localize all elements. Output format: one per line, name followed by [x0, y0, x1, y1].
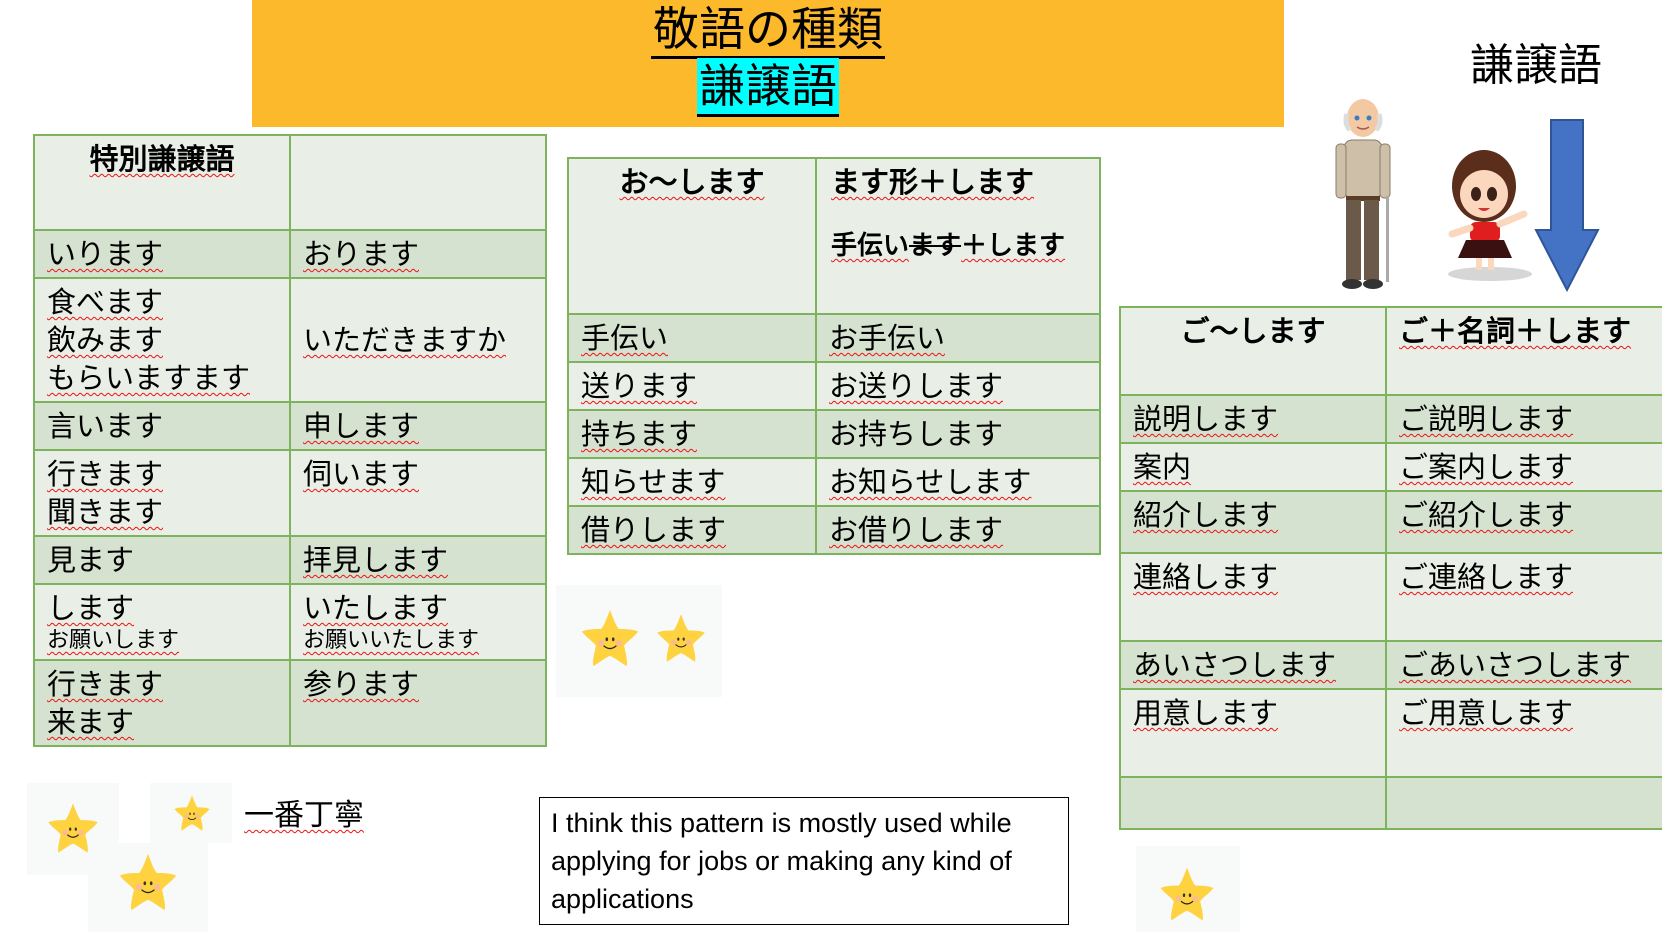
header-cell: ご＋名詞＋します — [1385, 306, 1662, 396]
header-cell: ご～します — [1119, 306, 1387, 396]
table-row: 行きます 来ます 参ります — [33, 659, 547, 747]
cell: 伺います — [289, 449, 547, 537]
cell: 食べます 飲みます もらいますます — [33, 277, 291, 403]
cell — [1385, 776, 1662, 830]
smiling-star-icon — [1159, 866, 1215, 922]
table-row: 知らせます お知らせします — [567, 457, 1101, 507]
table-row: 説明します ご説明します — [1119, 394, 1662, 444]
table-row: します お願いします いたします お願いいたします — [33, 583, 547, 661]
cell: 持ちます — [567, 409, 817, 459]
table-row: 借りします お借りします — [567, 505, 1101, 555]
page-title: 敬語の種類 — [252, 0, 1284, 59]
table-row: 言います 申します — [33, 401, 547, 451]
cell: 紹介します — [1119, 490, 1387, 554]
cell: ご案内します — [1385, 442, 1662, 492]
table-row: 行きます 聞きます 伺います — [33, 449, 547, 537]
girl-figure — [1448, 150, 1532, 281]
cell: 案内 — [1119, 442, 1387, 492]
cell: いただきますか — [289, 277, 547, 403]
smiling-star-icon — [173, 795, 211, 831]
cell: 説明します — [1119, 394, 1387, 444]
table-row: 紹介します ご紹介します — [1119, 490, 1662, 554]
smiling-star-icon — [47, 802, 99, 854]
smiling-star-icon — [581, 609, 639, 667]
table-row: 見ます 拝見します — [33, 535, 547, 585]
down-arrow-icon — [1534, 119, 1600, 293]
cell: いります — [33, 229, 291, 279]
cell: ごあいさつします — [1385, 640, 1662, 690]
cell: ご用意します — [1385, 688, 1662, 778]
cell: 申します — [289, 401, 547, 451]
politeness-caption: 一番丁寧 — [244, 798, 364, 833]
cell: 借りします — [567, 505, 817, 555]
cell: お送りします — [815, 361, 1101, 411]
cell: あいさつします — [1119, 640, 1387, 690]
table-row: 食べます 飲みます もらいますます いただきますか — [33, 277, 547, 403]
table-row: 案内 ご案内します — [1119, 442, 1662, 492]
cell: 用意します — [1119, 688, 1387, 778]
cell: ご紹介します — [1385, 490, 1662, 554]
header-cell: 特別謙譲語 — [33, 134, 291, 231]
cell: 参ります — [289, 659, 547, 747]
cell — [1119, 776, 1387, 830]
cell: 行きます 来ます — [33, 659, 291, 747]
cell: 見ます — [33, 535, 291, 585]
cell: します お願いします — [33, 583, 291, 661]
header-cell: ます形＋します 手伝います＋します — [815, 157, 1101, 315]
table-row: いります おります — [33, 229, 547, 279]
side-title: 謙譲語 — [1470, 40, 1602, 91]
table-row: 用意します ご用意します — [1119, 688, 1662, 778]
table-header-row: ご～します ご＋名詞＋します — [1119, 306, 1662, 396]
cell: 知らせます — [567, 457, 817, 507]
table-header-row: 特別謙譲語 — [33, 134, 547, 231]
cell: いたします お願いいたします — [289, 583, 547, 661]
cell: 言います — [33, 401, 291, 451]
table-row: 連絡します ご連絡します — [1119, 552, 1662, 642]
cell: お持ちします — [815, 409, 1101, 459]
cell: 拝見します — [289, 535, 547, 585]
note-textbox: I think this pattern is mostly used whil… — [539, 797, 1069, 925]
cell: 送ります — [567, 361, 817, 411]
page-subtitle: 謙譲語 — [252, 58, 1284, 117]
header-cell: お～します — [567, 157, 817, 315]
smiling-star-icon — [119, 853, 177, 911]
cell: 連絡します — [1119, 552, 1387, 642]
table-row: 送ります お送りします — [567, 361, 1101, 411]
table-row: 持ちます お持ちします — [567, 409, 1101, 459]
cell: ご説明します — [1385, 394, 1662, 444]
special-humble-table: 特別謙譲語 いります おります 食べます 飲みます もらいますます いただきますか … — [33, 134, 547, 747]
table-row — [1119, 776, 1662, 830]
title-banner: 敬語の種類 謙譲語 — [252, 0, 1284, 127]
cell: お借りします — [815, 505, 1101, 555]
cell: お知らせします — [815, 457, 1101, 507]
cell: お手伝い — [815, 313, 1101, 363]
table-row: 手伝い お手伝い — [567, 313, 1101, 363]
smiling-star-icon — [656, 613, 706, 663]
go-shimasu-table: ご～します ご＋名詞＋します 説明します ご説明します 案内 ご案内します 紹介… — [1119, 306, 1662, 830]
cell: ご連絡します — [1385, 552, 1662, 642]
cell: おります — [289, 229, 547, 279]
header-cell — [289, 134, 547, 231]
cell: 行きます 聞きます — [33, 449, 291, 537]
cell: 手伝い — [567, 313, 817, 363]
table-row: あいさつします ごあいさつします — [1119, 640, 1662, 690]
example-formula: 手伝います＋します — [831, 231, 1066, 261]
table-header-row: お～します ます形＋します 手伝います＋します — [567, 157, 1101, 315]
o-shimasu-table: お～します ます形＋します 手伝います＋します 手伝い お手伝い 送ります お送… — [567, 157, 1101, 555]
old-man-figure — [1335, 99, 1391, 289]
